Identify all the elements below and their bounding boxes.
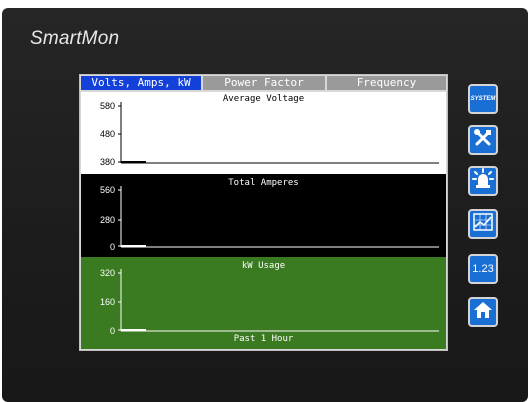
tab-volts-amps-kw[interactable]: Volts, Amps, kW (81, 76, 201, 90)
voltage-chart: Average Voltage 580 480 380 (81, 92, 446, 174)
home-icon (473, 300, 493, 324)
tab-bar: Volts, Amps, kW Power Factor Frequency (81, 76, 446, 90)
trend-chart-icon (473, 213, 493, 235)
display-screen: Volts, Amps, kW Power Factor Frequency A… (79, 74, 448, 351)
alarm-icon (472, 168, 494, 194)
system-button[interactable]: SYSTEM (468, 84, 498, 114)
amperes-chart-axes (118, 186, 439, 248)
kw-x-axis-label: Past 1 Hour (233, 334, 294, 344)
trend-chart-button[interactable] (468, 209, 498, 239)
numeric-icon: 1.23 (472, 263, 494, 275)
tools-button[interactable] (468, 125, 498, 155)
smartmon-logo: SmartMon (30, 28, 120, 49)
tools-icon (473, 128, 493, 152)
tab-power-factor[interactable]: Power Factor (201, 76, 325, 90)
alarm-button[interactable] (468, 166, 498, 196)
home-button[interactable] (468, 297, 498, 327)
system-icon: SYSTEM (470, 96, 496, 102)
kw-usage-chart: kW Usage 320 160 0 Past 1 Hour (81, 257, 446, 349)
amperes-chart: Total Amperes 560 280 0 (81, 174, 446, 257)
numeric-button[interactable]: 1.23 (468, 254, 498, 284)
voltage-chart-axes (118, 102, 439, 164)
tab-frequency[interactable]: Frequency (325, 76, 446, 90)
